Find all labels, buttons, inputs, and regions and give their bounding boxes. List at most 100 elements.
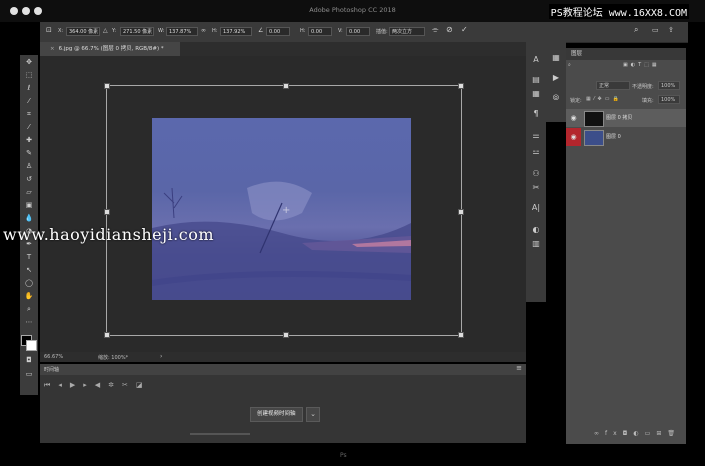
transition-icon[interactable]: ◪	[136, 381, 151, 389]
delete-layer-icon[interactable]: 🗑	[667, 430, 681, 437]
warp-icon[interactable]: ⌯	[432, 25, 438, 35]
h-input[interactable]: 137.92%	[220, 27, 252, 36]
adjustments-panel-icon[interactable]: ⚍	[530, 146, 542, 158]
status-arrow-icon[interactable]: ›	[160, 353, 162, 360]
add-mask-icon[interactable]: ◘	[623, 430, 634, 437]
timeline-zoom-slider[interactable]	[190, 433, 250, 435]
layer-style-icon[interactable]: fx	[605, 430, 623, 437]
path-select-tool-icon[interactable]: ↖	[23, 265, 35, 275]
close-tab-icon[interactable]: ×	[50, 46, 55, 52]
workspace-icon[interactable]: ▭	[652, 26, 659, 34]
transform-handle-bottom[interactable]	[283, 332, 289, 338]
transform-handle-top[interactable]	[283, 83, 289, 89]
stamp-tool-icon[interactable]: ♙	[23, 161, 35, 171]
transform-handle-left[interactable]	[104, 209, 110, 215]
background-color-swatch[interactable]	[26, 340, 37, 351]
y-input[interactable]: 271.50 像素	[120, 27, 154, 36]
styles-panel-icon[interactable]: ◐	[530, 224, 542, 236]
filter-kind-icon[interactable]: ⌕	[568, 62, 571, 68]
create-video-timeline-button[interactable]: 创建视频时间轴	[250, 407, 303, 422]
share-icon[interactable]: ⇪	[668, 26, 674, 34]
character-panel-icon[interactable]: A	[530, 54, 542, 66]
v-skew-input[interactable]: 0.00	[346, 27, 370, 36]
zoom-level[interactable]: 66.67%	[44, 354, 63, 360]
hand-tool-icon[interactable]: ✋	[23, 291, 35, 301]
glyphs-panel-icon[interactable]: A|	[530, 202, 542, 214]
notes-panel-icon[interactable]: ▦	[530, 88, 542, 100]
eyedropper-tool-icon[interactable]: ⁄	[23, 122, 35, 132]
marquee-tool-icon[interactable]: ⬚	[23, 70, 35, 80]
filter-icons[interactable]: ▣◐T⬚▦	[623, 62, 660, 68]
canvas-area[interactable]: +	[40, 56, 526, 352]
adjustment-layer-icon[interactable]: ◐	[633, 430, 644, 437]
actions-panel-icon[interactable]: ▶	[550, 72, 562, 84]
settings-icon[interactable]: ✲	[108, 381, 122, 389]
document-info[interactable]: 缩放: 100%*	[98, 354, 128, 361]
opacity-input[interactable]: 100%	[658, 81, 680, 90]
blur-tool-icon[interactable]: 💧	[23, 213, 35, 223]
lasso-tool-icon[interactable]: ℓ	[23, 83, 35, 93]
quick-select-tool-icon[interactable]: ⁄	[23, 96, 35, 106]
more-tools-icon[interactable]: ⋯	[23, 317, 35, 327]
document-tab[interactable]: × 6.jpg @ 66.7% (图层 0 拷贝, RGB/8#) *	[40, 42, 180, 56]
gradient-tool-icon[interactable]: ▣	[23, 200, 35, 210]
eye-icon[interactable]: ◉	[566, 109, 581, 127]
cancel-transform-icon[interactable]: ⊘	[446, 25, 453, 34]
link-icon[interactable]: △	[103, 27, 108, 34]
swatches-panel-icon[interactable]: ▥	[530, 238, 542, 250]
split-icon[interactable]: ✂	[122, 381, 136, 389]
layer-row[interactable]: ◉ 图层 0	[566, 128, 686, 146]
transform-handle-top-right[interactable]	[458, 83, 464, 89]
channels-panel-icon[interactable]: ⚇	[530, 168, 542, 180]
interpolation-select[interactable]: 两次立方	[389, 27, 425, 36]
play-icon[interactable]: ▶	[70, 381, 83, 389]
new-layer-icon[interactable]: ⊞	[656, 430, 667, 437]
move-tool-icon[interactable]: ✥	[23, 57, 35, 67]
link-icon[interactable]: ∞	[201, 27, 206, 34]
history-panel-icon[interactable]: ▦	[550, 52, 562, 64]
blend-mode-select[interactable]: 正常	[596, 81, 630, 90]
search-icon[interactable]: ⌕	[634, 25, 638, 35]
paths-panel-icon[interactable]: ✂	[530, 182, 542, 194]
link-layers-icon[interactable]: ∞	[594, 430, 605, 437]
screen-mode-icon[interactable]: ▭	[23, 369, 35, 379]
lock-icons[interactable]: ▦⁄✥▭🔒	[586, 96, 622, 102]
transform-handle-right[interactable]	[458, 209, 464, 215]
brush-presets-icon[interactable]: ⦾	[550, 92, 562, 104]
next-frame-icon[interactable]: ▸	[83, 381, 95, 389]
fill-input[interactable]: 100%	[658, 95, 680, 104]
audio-icon[interactable]: ◀	[95, 381, 108, 389]
shape-tool-icon[interactable]: ◯	[23, 278, 35, 288]
eraser-tool-icon[interactable]: ▱	[23, 187, 35, 197]
angle-input[interactable]: 0.00	[266, 27, 290, 36]
layer-name[interactable]: 图层 0	[606, 128, 621, 146]
eye-icon[interactable]: ◉	[566, 128, 581, 146]
layer-comps-icon[interactable]: ⚌	[530, 130, 542, 142]
zoom-tool-icon[interactable]: ⌕	[23, 304, 35, 314]
w-input[interactable]: 137.87%	[166, 27, 198, 36]
transform-handle-top-left[interactable]	[104, 83, 110, 89]
h-skew-input[interactable]: 0.00	[308, 27, 332, 36]
brush-tool-icon[interactable]: ✎	[23, 148, 35, 158]
chevron-down-icon[interactable]: ⌄	[306, 407, 320, 422]
transform-handle-bottom-right[interactable]	[458, 332, 464, 338]
transform-handle-bottom-left[interactable]	[104, 332, 110, 338]
new-group-icon[interactable]: ▭	[645, 430, 657, 437]
first-frame-icon[interactable]: ⏮	[44, 381, 58, 389]
quick-mask-icon[interactable]: ◘	[23, 355, 35, 365]
healing-brush-tool-icon[interactable]: ✚	[23, 135, 35, 145]
properties-panel-icon[interactable]: ▤	[530, 74, 542, 86]
layer-name[interactable]: 图层 0 拷贝	[606, 109, 632, 127]
crop-tool-icon[interactable]: ⌗	[23, 109, 35, 119]
layer-row[interactable]: ◉ 图层 0 拷贝	[566, 109, 686, 127]
paragraph-panel-icon[interactable]: ¶	[530, 108, 542, 120]
transform-bounding-box[interactable]	[104, 83, 464, 338]
layers-tab[interactable]: 图层	[566, 48, 686, 60]
history-brush-tool-icon[interactable]: ↺	[23, 174, 35, 184]
type-tool-icon[interactable]: T	[23, 252, 35, 262]
reference-point-icon[interactable]: ⊡	[46, 26, 52, 34]
prev-frame-icon[interactable]: ◂	[58, 381, 70, 389]
panel-menu-icon[interactable]: ≡	[516, 364, 522, 372]
commit-transform-icon[interactable]: ✓	[461, 25, 468, 34]
x-input[interactable]: 364.00 像素	[66, 27, 100, 36]
